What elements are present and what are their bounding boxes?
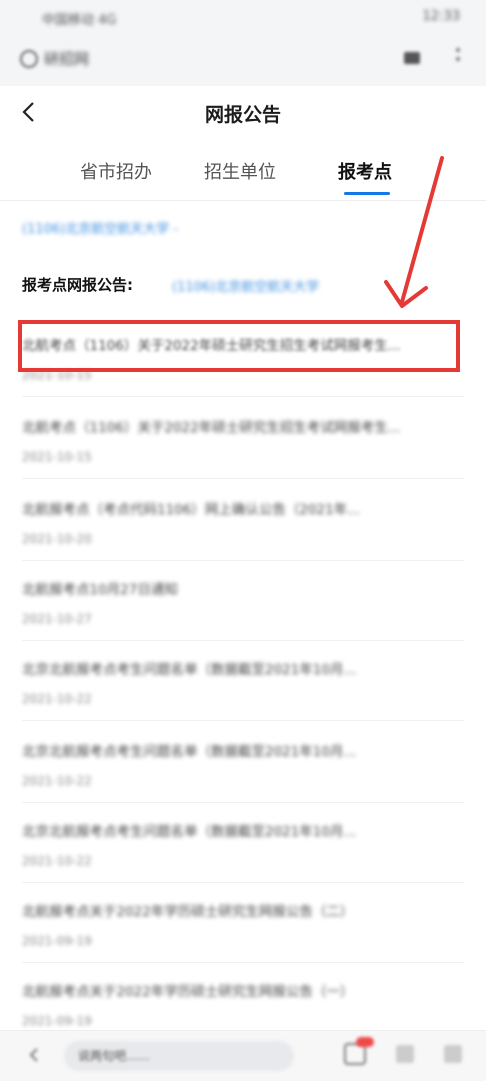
- share-icon[interactable]: [444, 1045, 462, 1063]
- list-item-title[interactable]: 北航报考点10月27日通知: [22, 578, 470, 598]
- list-item-title[interactable]: 北航考点（1106）关于2022年硕士研究生招生考试网报考生...: [22, 416, 470, 436]
- page-header: 网报公告: [0, 86, 486, 143]
- section-school-link[interactable]: (1106)北京航空航天大学: [172, 276, 319, 295]
- comment-placeholder: 说两句吧……: [78, 1049, 151, 1063]
- status-bar: 中国移动 4G 12:33: [0, 0, 486, 36]
- divider: [22, 802, 464, 803]
- highlight-box: [18, 320, 460, 372]
- page-title: 网报公告: [204, 104, 281, 126]
- list-item-date: 2021-10-22: [22, 854, 92, 868]
- list-item-date: 2021-10-27: [22, 612, 92, 626]
- list-item-title[interactable]: 北京北航报考点考生问题名单（数据截至2021年10月...: [22, 658, 470, 678]
- list-item[interactable]: 北京北航报考点考生问题名单（数据截至2021年10月... 2021-10-22: [0, 820, 486, 902]
- list-item-date: 2021-09-19: [22, 934, 92, 948]
- list-item[interactable]: 北航考点（1106）关于2022年硕士研究生招生考试网报考生... 2021-1…: [0, 416, 486, 498]
- section-heading: 报考点网报公告:: [22, 276, 133, 294]
- breadcrumb[interactable]: (1106)北京航空航天大学 -: [22, 218, 178, 237]
- more-menu-icon[interactable]: [456, 48, 460, 70]
- bottom-toolbar: 说两句吧……: [0, 1030, 486, 1081]
- list-item-date: 2021-10-15: [22, 450, 92, 464]
- status-time: 12:33: [422, 9, 460, 24]
- briefcase-icon[interactable]: [404, 52, 420, 64]
- divider: [22, 962, 464, 963]
- divider: [22, 882, 464, 883]
- divider: [22, 640, 464, 641]
- list-item-title[interactable]: 北航报考点关于2022年学历硕士研究生网报公告（一）: [22, 980, 470, 1000]
- list-item-date: 2021-09-19: [22, 1014, 92, 1028]
- bottom-back-icon[interactable]: [26, 1047, 42, 1063]
- list-item[interactable]: 北航报考点（考点代码1106）网上确认公告（2021年... 2021-10-2…: [0, 498, 486, 580]
- divider: [22, 720, 464, 721]
- list-item[interactable]: 北航报考点关于2022年学历硕士研究生网报公告（二） 2021-09-19: [0, 900, 486, 982]
- favorite-icon[interactable]: [396, 1045, 414, 1063]
- list-item-title[interactable]: 北航报考点关于2022年学历硕士研究生网报公告（二）: [22, 900, 470, 920]
- divider: [22, 478, 464, 479]
- divider: [22, 560, 464, 561]
- search-icon[interactable]: [20, 50, 38, 68]
- tab-provincial-office[interactable]: 省市招办: [80, 158, 152, 184]
- list-item[interactable]: 北京北航报考点考生问题名单（数据截至2021年10月... 2021-10-22: [0, 658, 486, 740]
- notification-badge: [356, 1037, 374, 1047]
- list-item-date: 2021-10-22: [22, 774, 92, 788]
- list-item-date: 2021-10-20: [22, 532, 92, 546]
- comment-input[interactable]: 说两句吧……: [64, 1041, 294, 1071]
- list-item-title[interactable]: 北航报考点（考点代码1106）网上确认公告（2021年...: [22, 498, 470, 518]
- list-item-title[interactable]: 北京北航报考点考生问题名单（数据截至2021年10月...: [22, 820, 470, 840]
- tab-admission-units[interactable]: 招生单位: [204, 158, 276, 184]
- list-item-date: 2021-10-22: [22, 692, 92, 706]
- list-item[interactable]: 北京北航报考点考生问题名单（数据截至2021年10月... 2021-10-22: [0, 740, 486, 822]
- list-item[interactable]: 北航报考点10月27日通知 2021-10-27: [0, 578, 486, 660]
- red-arrow-annotation: [384, 156, 444, 308]
- list-item-title[interactable]: 北京北航报考点考生问题名单（数据截至2021年10月...: [22, 740, 470, 760]
- carrier-text: 中国移动 4G: [42, 13, 117, 28]
- divider: [22, 396, 464, 397]
- browser-bar: 研招网: [0, 36, 486, 86]
- search-query[interactable]: 研招网: [44, 48, 89, 69]
